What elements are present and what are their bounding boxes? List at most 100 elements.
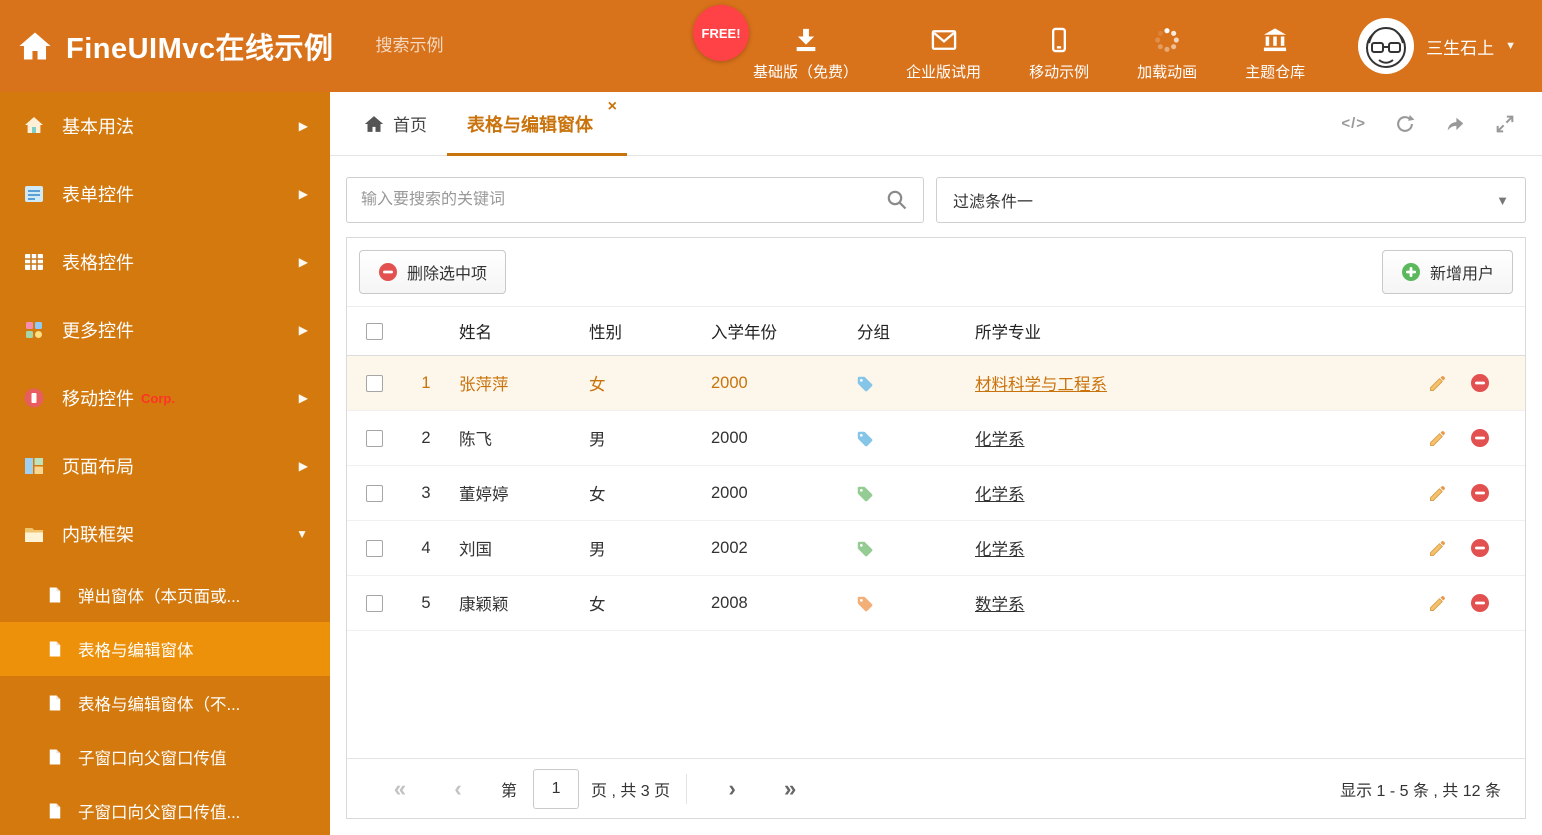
cell-group [849,539,967,558]
major-link[interactable]: 数学系 [975,596,1025,614]
nav-item-mobile-demo[interactable]: 移动示例 [1005,10,1113,82]
delete-row-icon[interactable] [1470,593,1490,613]
envelope-icon [931,30,956,50]
spinner-icon [1155,28,1179,52]
edit-pencil-icon[interactable] [1427,593,1448,614]
sidebar-subitem-child-to-parent[interactable]: 子窗口向父窗口传值 [0,730,330,784]
edit-pencil-icon[interactable] [1427,373,1448,394]
chevron-right-icon: ▶ [298,459,308,473]
home-icon [19,32,51,60]
page-prefix-label: 第 [501,782,518,800]
next-page-button[interactable]: › [703,777,761,800]
sidebar-subitem-grid-edit-window-2[interactable]: 表格与编辑窗体（不... [0,676,330,730]
delete-row-icon[interactable] [1470,538,1490,558]
row-checkbox[interactable] [365,484,383,502]
major-link[interactable]: 化学系 [975,486,1025,504]
edit-pencil-icon[interactable] [1427,483,1448,504]
nav-item-loading-animations[interactable]: 加载动画 [1113,10,1221,82]
cell-year: 2008 [711,593,748,612]
record-summary: 显示 1 - 5 条 , 共 12 条 [1340,782,1501,800]
table-header: 姓名 性别 入学年份 分组 所学专业 [347,306,1525,356]
sidebar-item-basic-usage[interactable]: 基本用法 ▶ [0,92,330,160]
row-checkbox[interactable] [365,594,383,612]
nav-item-enterprise-trial[interactable]: 企业版试用 [882,10,1005,82]
major-link[interactable]: 化学系 [975,541,1025,559]
delete-row-icon[interactable] [1470,428,1490,448]
major-link[interactable]: 化学系 [975,431,1025,449]
sidebar-item-mobile-controls[interactable]: 移动控件 Corp. ▶ [0,364,330,432]
tag-icon [857,486,873,501]
brand[interactable]: FineUIMvc在线示例 [0,25,334,67]
cell-year: 2000 [711,373,748,392]
share-icon[interactable] [1444,113,1466,135]
grid-panel: 删除选中项 新增用户 姓名 性别 入学年份 分组 所学专业 1 张萍萍 女 20… [346,237,1526,819]
sidebar-item-page-layout[interactable]: 页面布局 ▶ [0,432,330,500]
sidebar-subitem-grid-edit-window[interactable]: 表格与编辑窗体 [0,622,330,676]
edit-pencil-icon[interactable] [1427,428,1448,449]
expand-icon[interactable] [1494,113,1516,135]
sidebar: 基本用法 ▶ 表单控件 ▶ 表格控件 ▶ 更多控件 ▶ 移动控件 Corp. ▶… [0,92,330,835]
sidebar-subitem-popup-window[interactable]: 弹出窗体（本页面或... [0,568,330,622]
delete-row-icon[interactable] [1470,373,1490,393]
active-tab-underline [447,153,627,156]
filter-dropdown[interactable]: 过滤条件一 ▼ [936,177,1526,223]
page-icon [49,749,61,765]
delete-row-icon[interactable] [1470,483,1490,503]
nav-label: 移动示例 [1029,64,1090,81]
table-row[interactable]: 2 陈飞 男 2000 化学系 [347,411,1525,466]
corp-badge: Corp. [141,390,175,406]
row-checkbox[interactable] [365,429,383,447]
sidebar-item-grid-controls[interactable]: 表格控件 ▶ [0,228,330,296]
row-number: 5 [421,593,431,612]
page-icon [49,587,61,603]
table-row[interactable]: 5 康颖颖 女 2008 数学系 [347,576,1525,631]
refresh-icon[interactable] [1394,113,1416,135]
tab-home[interactable]: 首页 [344,92,447,155]
top-search-input[interactable] [375,36,597,56]
sidebar-item-form-controls[interactable]: 表单控件 ▶ [0,160,330,228]
caret-down-icon: ▼ [1505,40,1516,52]
user-name: 三生石上 [1426,38,1495,58]
download-icon [796,28,815,52]
close-icon[interactable]: × [608,99,617,115]
sidebar-item-iframe[interactable]: 内联框架 ▼ [0,500,330,568]
table-row[interactable]: 3 董婷婷 女 2000 化学系 [347,466,1525,521]
first-page-button[interactable]: « [371,777,429,800]
prev-page-button[interactable]: ‹ [429,777,487,800]
row-checkbox[interactable] [365,374,383,392]
table-row[interactable]: 4 刘国 男 2002 化学系 [347,521,1525,576]
sidebar-item-more-controls[interactable]: 更多控件 ▶ [0,296,330,364]
keyword-search-input[interactable] [361,191,885,209]
mobile-circle-icon [24,388,44,408]
select-all-checkbox[interactable] [365,322,383,340]
nav-item-theme-store[interactable]: 主题仓库 [1221,10,1329,82]
form-icon [25,186,43,202]
page-number-input[interactable] [533,768,580,809]
top-nav: FREE! 基础版（免费） 企业版试用 移动示例 加载动画 主题仓库 [693,5,1329,82]
layout-icon [25,458,43,474]
source-code-icon[interactable]: </> [1341,115,1366,132]
avatar [1358,18,1415,74]
folder-icon [25,528,43,542]
mobile-icon [1052,27,1067,53]
row-checkbox[interactable] [365,539,383,557]
major-link[interactable]: 材料科学与工程系 [975,376,1107,394]
caret-down-icon: ▼ [1496,192,1509,208]
sidebar-subitem-child-to-parent-2[interactable]: 子窗口向父窗口传值... [0,784,330,835]
tab-grid-edit-window[interactable]: 表格与编辑窗体 × [447,92,627,156]
sidebar-item-label: 移动控件 [62,389,134,409]
last-page-button[interactable]: » [761,777,819,800]
topbar: FineUIMvc在线示例 FREE! 基础版（免费） 企业版试用 移动示例 加… [0,0,1542,92]
col-group: 分组 [857,324,890,342]
widgets-icon [26,322,42,338]
edit-pencil-icon[interactable] [1427,538,1448,559]
table-row[interactable]: 1 张萍萍 女 2000 材料科学与工程系 [347,356,1525,411]
user-menu[interactable]: 三生石上 ▼ [1329,17,1542,75]
minus-circle-icon [379,263,397,281]
delete-selected-button[interactable]: 删除选中项 [359,250,507,294]
search-icon[interactable] [885,188,909,212]
sidebar-subitem-label: 表格与编辑窗体 [78,642,194,660]
add-user-button[interactable]: 新增用户 [1381,250,1513,294]
home-icon [364,115,384,132]
nav-item-basic-free[interactable]: FREE! 基础版（免费） [693,5,882,82]
